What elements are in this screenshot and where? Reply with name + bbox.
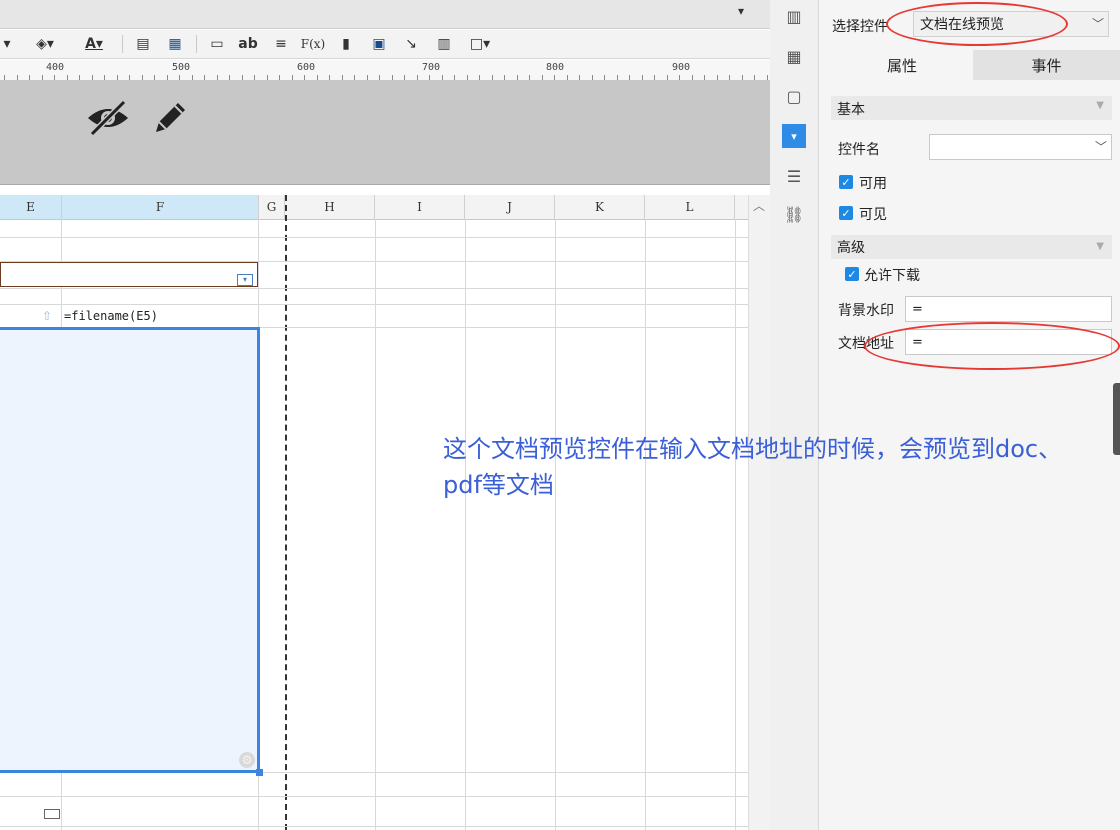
- widget-preview-band: [0, 80, 770, 185]
- eye-slash-icon[interactable]: [86, 98, 130, 138]
- allow-download-label: 允许下载: [864, 268, 920, 284]
- pencil-icon[interactable]: [150, 98, 190, 138]
- chevron-down-icon: ﹀: [1091, 17, 1104, 31]
- watermark-input[interactable]: =: [905, 296, 1112, 322]
- collapse-icon[interactable]: ▾: [738, 4, 744, 18]
- slash-icon[interactable]: ↘: [398, 34, 424, 54]
- ruler-label: 400: [46, 62, 65, 73]
- resize-handle[interactable]: [256, 769, 263, 776]
- grid-line: [0, 304, 748, 305]
- column-header-f[interactable]: F: [62, 195, 259, 219]
- column-header-k[interactable]: K: [555, 195, 645, 219]
- grid-line: [0, 826, 748, 827]
- chart-icon[interactable]: ▮: [334, 34, 358, 54]
- watermark-value: =: [912, 301, 923, 317]
- highlight-ellipse: [864, 322, 1120, 370]
- stack-icon[interactable]: ☰: [782, 164, 806, 188]
- column-header-e[interactable]: E: [0, 195, 62, 219]
- watermark-label: 背景水印: [838, 303, 894, 319]
- enabled-checkbox[interactable]: ✓: [839, 175, 853, 189]
- side-toolbar: ▥ ▦ ▢ ▾ ☰ ⛓: [770, 0, 819, 830]
- grid-line: [0, 288, 748, 289]
- vertical-scrollbar[interactable]: ︿: [748, 195, 771, 830]
- section-advanced-label: 高级: [837, 240, 865, 256]
- grid-line: [0, 237, 748, 238]
- cell-icon[interactable]: ▤: [130, 34, 156, 54]
- column-header-h[interactable]: H: [285, 195, 375, 219]
- ruler-label: 700: [422, 62, 441, 73]
- enabled-label: 可用: [859, 176, 887, 192]
- separator: [196, 35, 197, 53]
- tab-properties[interactable]: 属性: [831, 50, 973, 80]
- upload-icon: ⇧: [42, 309, 53, 323]
- ruler-label: 500: [172, 62, 191, 73]
- section-basic-label: 基本: [837, 102, 865, 118]
- column-headers: E F G H I J K L: [0, 195, 748, 220]
- formula-icon[interactable]: F(x): [298, 34, 328, 54]
- annotation-text: 这个文档预览控件在输入文档地址的时候，会预览到doc、pdf等文档: [443, 435, 1063, 499]
- property-panel: [819, 0, 1120, 830]
- grid-line: [735, 219, 736, 830]
- column-header-l[interactable]: L: [645, 195, 735, 219]
- control-name-label: 控件名: [838, 142, 880, 158]
- grid-line: [375, 219, 376, 830]
- collapse-arrow-icon: ▼: [1096, 241, 1104, 252]
- column-header-j[interactable]: J: [465, 195, 555, 219]
- chevron-down-icon: ﹀: [1094, 140, 1107, 154]
- fill-color-button[interactable]: ◈▾: [26, 34, 64, 54]
- grid-line: [555, 219, 556, 830]
- scroll-up-icon[interactable]: ︿: [753, 197, 765, 214]
- ruler-label: 900: [672, 62, 691, 73]
- font-color-button[interactable]: A▾: [72, 34, 116, 54]
- column-header-i[interactable]: I: [375, 195, 465, 219]
- visible-checkbox[interactable]: ✓: [839, 206, 853, 220]
- gear-icon[interactable]: ⚙: [239, 752, 255, 768]
- textfield-icon[interactable]: ▭: [204, 34, 230, 54]
- grid-line: [0, 796, 748, 797]
- highlight-ellipse: [886, 2, 1068, 46]
- border-icon[interactable]: □▾: [462, 34, 498, 54]
- dropdown-arrow-icon[interactable]: ▾: [0, 34, 14, 54]
- link-icon[interactable]: ⛓: [782, 202, 806, 226]
- toolbar-top: [0, 0, 770, 29]
- frame-icon[interactable]: ▢: [782, 84, 806, 108]
- widget-settings-icon[interactable]: ▦: [782, 44, 806, 68]
- panel-collapse-handle[interactable]: [1113, 383, 1120, 455]
- page-break-line: [285, 195, 287, 830]
- doc-preview-widget[interactable]: ⚙: [0, 327, 260, 773]
- separator: [122, 35, 123, 53]
- text-icon[interactable]: ab: [234, 34, 262, 54]
- section-advanced[interactable]: 高级 ▼: [831, 235, 1112, 259]
- panel-tabs: 属性 事件: [831, 50, 1120, 80]
- table-icon[interactable]: ▦: [162, 34, 188, 54]
- widget-property-icon[interactable]: ▾: [782, 124, 806, 148]
- grid-line: [465, 219, 466, 830]
- control-name-input[interactable]: ﹀: [929, 134, 1112, 160]
- subreport-icon[interactable]: ▥: [432, 34, 456, 54]
- tab-events[interactable]: 事件: [973, 50, 1120, 80]
- layout-icon[interactable]: ▥: [782, 4, 806, 28]
- visible-label: 可见: [859, 207, 887, 223]
- button-widget-icon: [44, 809, 60, 819]
- allow-download-checkbox[interactable]: ✓: [845, 267, 859, 281]
- grid-line: [645, 219, 646, 830]
- ruler: 400 500 600 700 800 900: [0, 60, 770, 81]
- ruler-label: 800: [546, 62, 565, 73]
- section-basic[interactable]: 基本 ▼: [831, 96, 1112, 120]
- image-icon[interactable]: ▣: [366, 34, 392, 54]
- dropdown-widget-icon: ▾: [237, 274, 253, 286]
- select-control-label: 选择控件: [832, 19, 888, 35]
- collapse-arrow-icon: ▼: [1096, 100, 1104, 111]
- column-header-g[interactable]: G: [259, 195, 285, 219]
- align-icon[interactable]: ≡: [268, 34, 294, 54]
- ruler-label: 600: [297, 62, 316, 73]
- formula-cell[interactable]: =filename(E5): [64, 309, 158, 323]
- dropdown-widget-cell[interactable]: ▾: [0, 262, 258, 287]
